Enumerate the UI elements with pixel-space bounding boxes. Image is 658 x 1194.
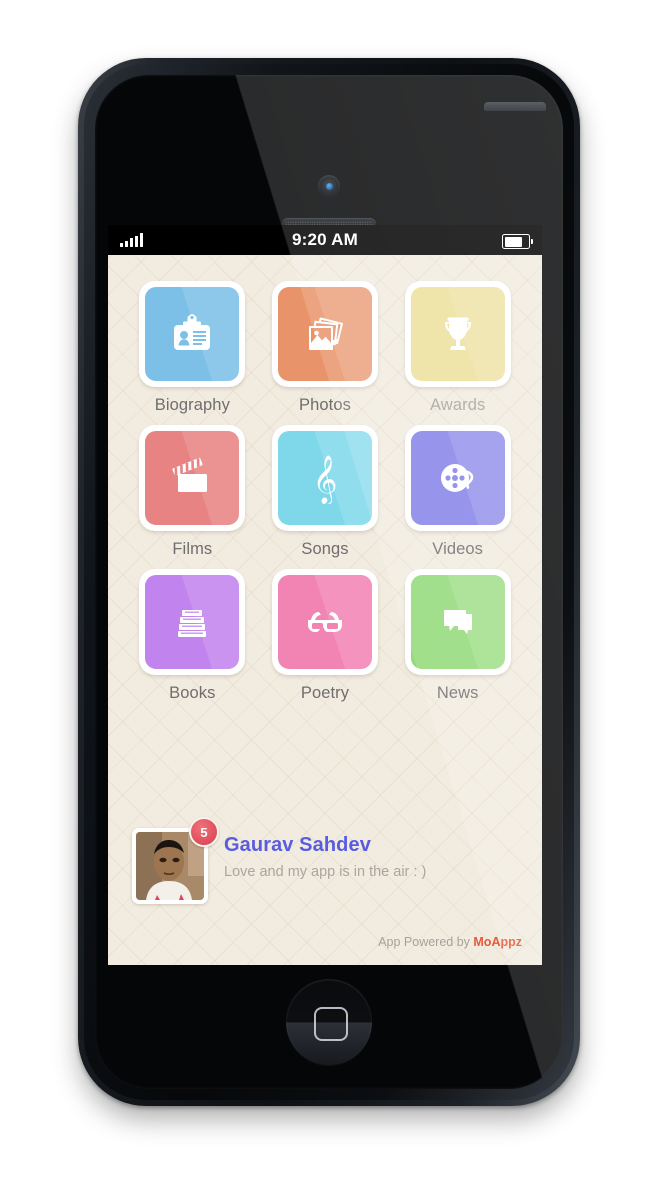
tile-songs[interactable]: 𝄞 Songs — [259, 425, 392, 559]
film-reel-icon — [440, 464, 473, 492]
tile-card[interactable] — [404, 569, 511, 675]
home-button[interactable] — [286, 979, 372, 1065]
tile-card[interactable] — [404, 425, 511, 531]
phone-front-face: 9:20 AM Biography Photos Awards Films 𝄞 … — [95, 75, 563, 1089]
phone-device: 9:20 AM Biography Photos Awards Films 𝄞 … — [78, 58, 580, 1106]
phone-screen: 9:20 AM Biography Photos Awards Films 𝄞 … — [108, 225, 542, 965]
footer-prefix: App Powered by — [378, 935, 474, 949]
notification-badge: 5 — [189, 817, 219, 847]
tile-label: Books — [169, 684, 216, 702]
tile-surface — [410, 287, 505, 381]
tile-photos[interactable]: Photos — [259, 281, 392, 415]
treble-clef-icon: 𝄞 — [313, 454, 338, 504]
tile-card[interactable] — [139, 281, 246, 387]
tile-surface — [410, 575, 505, 669]
3d-glasses-icon — [307, 612, 342, 632]
tile-label: Videos — [432, 540, 484, 558]
battery-icon — [502, 234, 533, 249]
clapperboard-icon — [172, 457, 208, 492]
tile-news[interactable]: News — [391, 569, 524, 703]
tile-label: Photos — [299, 396, 351, 414]
tile-label: Poetry — [300, 684, 350, 702]
tile-videos[interactable]: Videos — [391, 425, 524, 559]
tile-poetry[interactable]: Poetry — [259, 569, 392, 703]
phone-bezel: 9:20 AM Biography Photos Awards Films 𝄞 … — [84, 64, 574, 1100]
tile-label: Biography — [154, 396, 230, 414]
tile-surface — [145, 431, 240, 525]
tile-awards[interactable]: Awards — [391, 281, 524, 415]
profile-text: Gaurav Sahdev Love and my app is in the … — [224, 828, 426, 880]
id-badge-icon — [174, 314, 211, 350]
tile-label: News — [436, 684, 479, 702]
tile-surface — [410, 431, 505, 525]
app-content: Biography Photos Awards Films 𝄞 Songs Vi… — [108, 255, 542, 965]
footer-credit[interactable]: App Powered by MoAppz — [378, 935, 522, 949]
tile-card[interactable] — [139, 425, 246, 531]
tile-surface: 𝄞 — [277, 431, 372, 525]
trophy-icon — [444, 317, 471, 350]
tile-surface — [277, 287, 372, 381]
screenshot-stage: 9:20 AM Biography Photos Awards Films 𝄞 … — [0, 0, 658, 1194]
tile-biography[interactable]: Biography — [126, 281, 259, 415]
tile-surface — [277, 575, 372, 669]
svg-text:𝄞: 𝄞 — [313, 454, 338, 504]
tile-label: Songs — [301, 540, 349, 558]
tile-card[interactable] — [271, 281, 378, 387]
tile-grid: Biography Photos Awards Films 𝄞 Songs Vi… — [108, 255, 542, 703]
status-bar-time: 9:20 AM — [292, 230, 358, 249]
tile-films[interactable]: Films — [126, 425, 259, 559]
photos-icon — [308, 317, 343, 350]
speech-bubbles-icon — [443, 610, 472, 634]
tile-label: Films — [172, 540, 213, 558]
camera-lens-icon — [318, 175, 340, 197]
tile-card[interactable] — [271, 569, 378, 675]
profile-status: Love and my app is in the air : ) — [224, 864, 427, 880]
tile-card[interactable] — [139, 569, 246, 675]
tile-label: Awards — [430, 396, 486, 414]
tile-surface — [145, 287, 240, 381]
books-stack-icon — [178, 610, 207, 637]
home-button-icon — [314, 1007, 348, 1041]
profile-name[interactable]: Gaurav Sahdev — [224, 834, 426, 857]
tile-books[interactable]: Books — [126, 569, 259, 703]
power-button[interactable] — [484, 102, 546, 111]
tile-card[interactable] — [404, 281, 511, 387]
avatar-wrapper[interactable]: 5 — [132, 817, 219, 904]
tile-surface — [145, 575, 240, 669]
tile-card[interactable]: 𝄞 — [271, 425, 378, 531]
footer-brand[interactable]: MoAppz — [473, 935, 522, 949]
status-bar: 9:20 AM — [108, 225, 542, 255]
profile-strip[interactable]: 5 Gaurav Sahdev Love and my app is in th… — [132, 817, 518, 904]
